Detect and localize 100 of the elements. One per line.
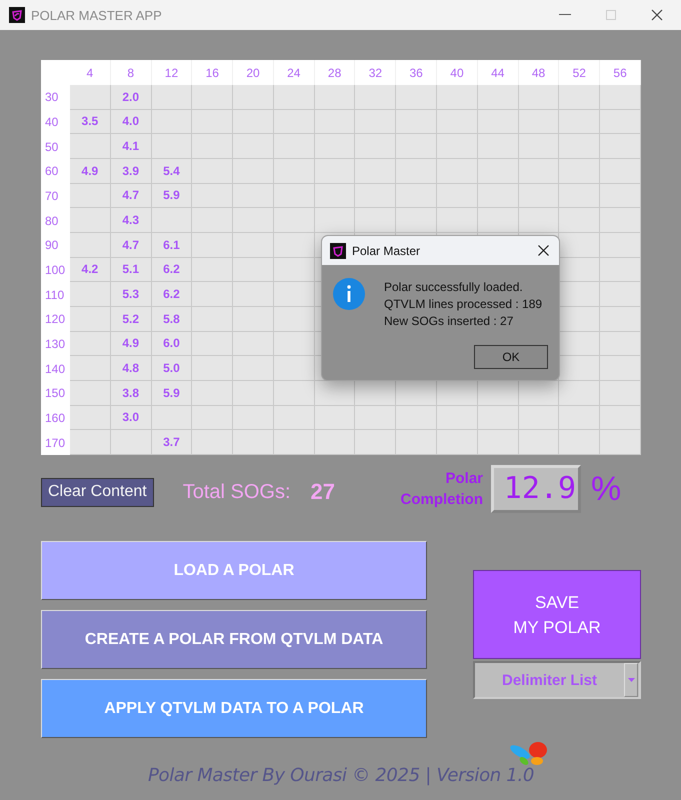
empty-cell <box>233 356 274 381</box>
empty-cell <box>233 380 274 406</box>
table-cell: 5.4 <box>152 158 192 184</box>
action-button[interactable]: LOAD A POLAR <box>41 541 427 600</box>
row-header: 30 <box>41 85 70 110</box>
empty-cell <box>518 134 560 159</box>
clear-content-button[interactable]: Clear Content <box>41 478 154 506</box>
dialog-message: New SOGs inserted : 27 <box>384 313 514 330</box>
empty-cell <box>314 184 356 208</box>
empty-cell <box>600 380 641 406</box>
table-cell: 6.2 <box>152 282 192 307</box>
empty-cell <box>233 85 274 110</box>
empty-cell <box>274 430 315 455</box>
caret-icon <box>628 678 634 682</box>
action-button[interactable]: CREATE A POLAR FROM QTVLM DATA <box>41 610 427 669</box>
table-cell: 3.0 <box>110 406 152 430</box>
action-button[interactable]: APPLY QTVLM DATA TO A POLAR <box>41 679 427 738</box>
empty-cell <box>192 406 234 430</box>
empty-cell <box>518 110 560 134</box>
empty-cell <box>233 158 274 184</box>
row-header: 80 <box>41 208 70 233</box>
table-cell: 5.9 <box>152 184 192 208</box>
row-header: 60 <box>41 158 70 184</box>
empty-cell <box>559 430 600 455</box>
empty-cell <box>314 406 356 430</box>
row-header: 130 <box>41 332 70 356</box>
empty-cell <box>396 85 438 110</box>
empty-cell <box>478 208 519 233</box>
empty-cell <box>314 134 356 159</box>
row-header: 50 <box>41 134 70 159</box>
empty-cell <box>192 282 234 307</box>
column-header: 12 <box>152 60 192 85</box>
empty-cell <box>478 134 519 159</box>
table-cell: 4.7 <box>110 184 152 208</box>
table-cell: 6.0 <box>152 332 192 356</box>
table-cell: 4.0 <box>110 110 152 134</box>
empty-cell <box>355 406 396 430</box>
minimize-icon[interactable] <box>559 14 571 16</box>
empty-cell <box>274 208 315 233</box>
empty-cell <box>396 158 438 184</box>
empty-cell <box>233 430 274 455</box>
column-header: 4 <box>70 60 111 85</box>
column-header: 24 <box>274 60 315 85</box>
empty-cell <box>355 134 396 159</box>
empty-cell <box>233 406 274 430</box>
empty-cell <box>274 406 315 430</box>
row-header: 100 <box>41 258 70 282</box>
table-cell: 4.9 <box>70 158 111 184</box>
empty-cell <box>559 85 600 110</box>
delimiter-dropdown[interactable]: Delimiter List <box>473 661 641 699</box>
table-cell: 5.0 <box>152 356 192 381</box>
empty-cell <box>192 158 234 184</box>
empty-cell <box>437 184 478 208</box>
table-cell: 3.5 <box>70 110 111 134</box>
empty-cell <box>274 184 315 208</box>
empty-cell <box>600 208 641 233</box>
table-cell: 5.9 <box>152 380 192 406</box>
empty-cell <box>274 158 315 184</box>
row-header: 160 <box>41 406 70 430</box>
empty-cell <box>559 134 600 159</box>
empty-cell <box>314 430 356 455</box>
column-header: 40 <box>437 60 478 85</box>
ok-button[interactable]: OK <box>474 345 548 369</box>
empty-cell <box>518 430 560 455</box>
table-cell: 3.9 <box>110 158 152 184</box>
empty-cell <box>233 232 274 258</box>
table-cell: 4.7 <box>110 232 152 258</box>
empty-cell <box>559 110 600 134</box>
empty-cell <box>314 110 356 134</box>
empty-cell <box>600 258 641 282</box>
empty-cell <box>192 258 234 282</box>
empty-cell <box>600 282 641 307</box>
total-label: Total SOGs: <box>182 480 291 504</box>
column-header: 20 <box>233 60 274 85</box>
table-cell: 2.0 <box>110 85 152 110</box>
empty-cell <box>437 208 478 233</box>
empty-cell <box>437 110 478 134</box>
close-icon[interactable] <box>538 245 549 256</box>
table-cell: 6.2 <box>152 258 192 282</box>
empty-cell <box>600 110 641 134</box>
percent-sign: % <box>591 470 622 508</box>
save-polar-button[interactable]: SAVE MY POLAR <box>473 570 641 659</box>
table-cell: 5.2 <box>110 306 152 332</box>
row-header: 120 <box>41 306 70 332</box>
empty-cell <box>518 184 560 208</box>
close-icon[interactable] <box>651 9 663 21</box>
empty-cell <box>600 406 641 430</box>
table-cell: 4.3 <box>110 208 152 233</box>
empty-cell <box>396 134 438 159</box>
completion-label: Polar Completion <box>400 469 484 510</box>
empty-cell <box>600 184 641 208</box>
empty-cell <box>152 406 192 430</box>
empty-cell <box>233 110 274 134</box>
table-cell: 5.1 <box>110 258 152 282</box>
empty-cell <box>192 430 234 455</box>
row-header: 140 <box>41 356 70 381</box>
column-header: 52 <box>559 60 600 85</box>
table-cell: 4.2 <box>70 258 111 282</box>
empty-cell <box>559 406 600 430</box>
empty-cell <box>355 184 396 208</box>
